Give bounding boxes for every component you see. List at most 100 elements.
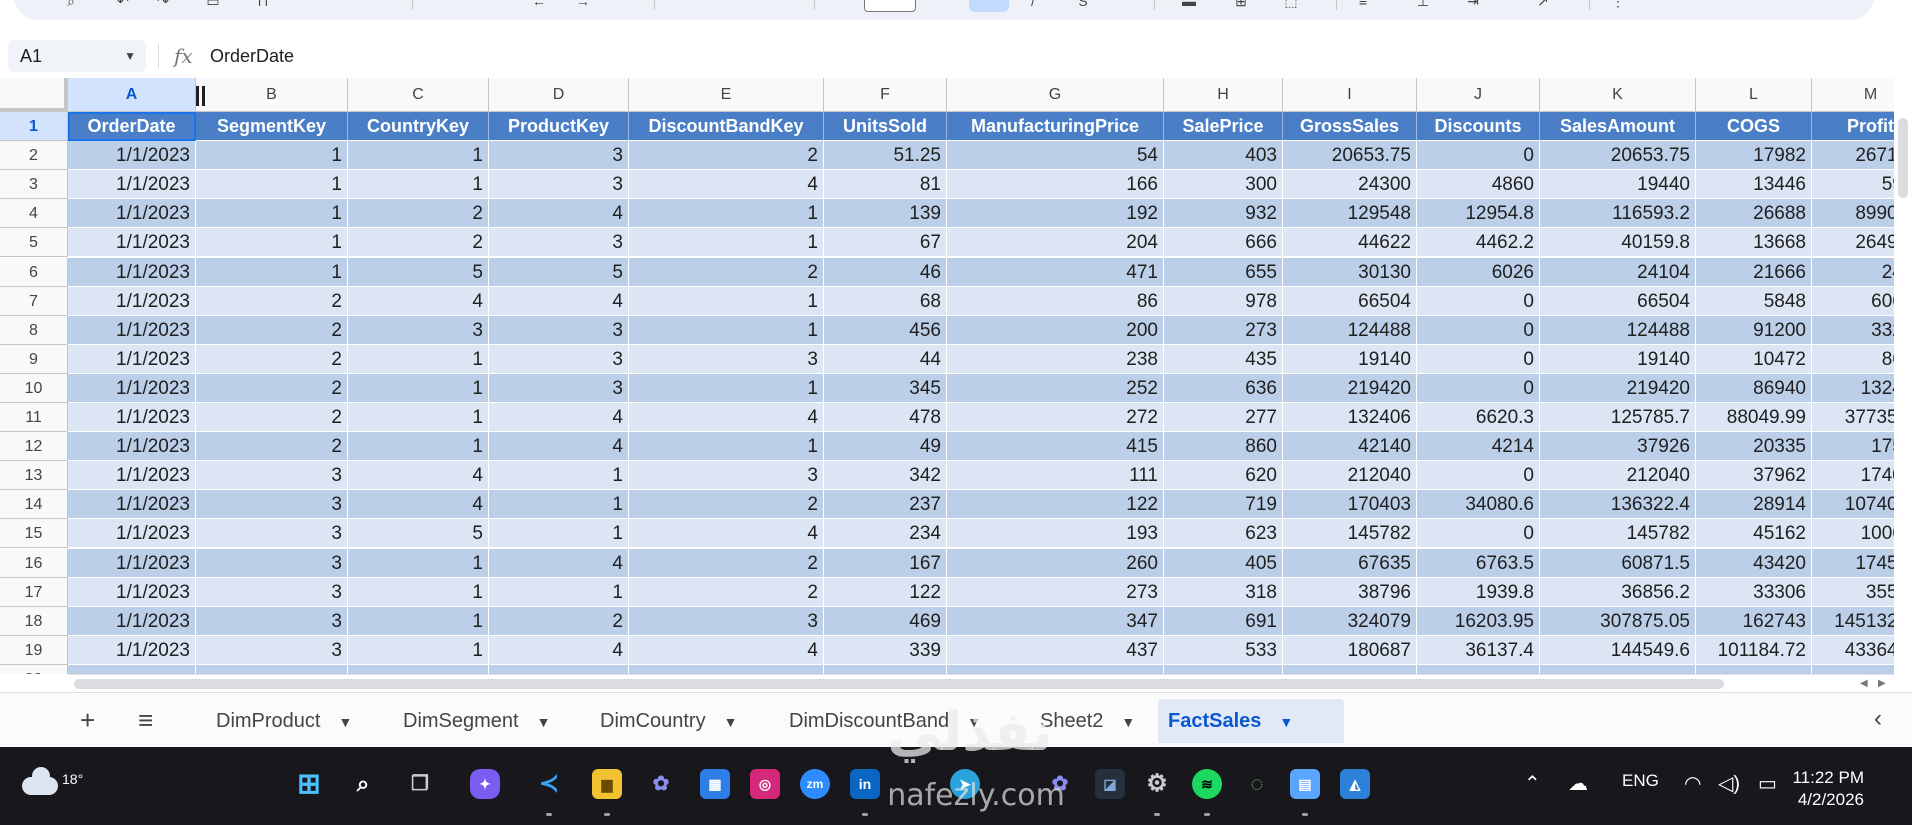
table-cell[interactable]: 5848	[1696, 286, 1812, 316]
table-cell[interactable]: 10472	[1696, 344, 1812, 374]
table-cell[interactable]: 238	[947, 344, 1164, 374]
table-cell[interactable]: 3	[629, 461, 824, 491]
volume-icon[interactable]: ◁)	[1718, 771, 1740, 796]
header-cell[interactable]: ProductKey	[489, 112, 629, 142]
table-cell[interactable]: 2	[196, 432, 348, 462]
table-cell[interactable]: 860	[1164, 432, 1283, 462]
table-cell[interactable]: 19140	[1283, 344, 1417, 374]
table-cell[interactable]: 91200	[1696, 315, 1812, 345]
table-cell[interactable]: 3	[196, 635, 348, 665]
chevron-down-icon[interactable]: ▼	[338, 714, 352, 730]
table-cell[interactable]: 2	[489, 606, 629, 636]
header-cell[interactable]: Profit	[1812, 112, 1894, 142]
tab-dimcountry[interactable]: DimCountry ▼	[590, 699, 747, 743]
merge-cells-icon[interactable]: ⬚	[1282, 0, 1300, 8]
chevron-down-icon[interactable]: ▼	[1279, 714, 1293, 730]
row-header-19[interactable]: 19	[0, 635, 68, 665]
table-cell[interactable]: 719	[1164, 490, 1283, 520]
table-cell[interactable]: 1	[629, 315, 824, 345]
undo-icon[interactable]: ↶	[114, 0, 132, 8]
spotify-icon[interactable]: ≋	[1192, 769, 1222, 799]
table-cell[interactable]: 1/1/2023	[68, 199, 196, 229]
table-cell[interactable]	[1812, 664, 1894, 674]
column-header-g[interactable]: G	[947, 78, 1164, 112]
table-cell[interactable]: 437	[947, 635, 1164, 665]
table-cell[interactable]: 136322.4	[1540, 490, 1696, 520]
table-cell[interactable]: 3550.2	[1812, 577, 1894, 607]
table-cell[interactable]: 620	[1164, 461, 1283, 491]
table-cell[interactable]: 3	[489, 315, 629, 345]
table-cell[interactable]: 4	[348, 461, 489, 491]
table-cell[interactable]: 145782	[1283, 519, 1417, 549]
increase-decimal-icon[interactable]: →	[574, 0, 592, 8]
table-cell[interactable]: 4860	[1417, 170, 1540, 200]
row-header-4[interactable]: 4	[0, 199, 68, 229]
row-header-5[interactable]: 5	[0, 228, 68, 258]
table-cell[interactable]: 1	[489, 461, 629, 491]
row-header-18[interactable]: 18	[0, 606, 68, 636]
weather-widget[interactable]: 18°	[20, 765, 83, 799]
table-cell[interactable]: 66504	[1540, 286, 1696, 316]
table-cell[interactable]: 219420	[1283, 373, 1417, 403]
table-cell[interactable]: 318	[1164, 577, 1283, 607]
table-cell[interactable]: 405	[1164, 548, 1283, 578]
table-cell[interactable]: 0	[1417, 286, 1540, 316]
table-cell[interactable]	[1283, 664, 1417, 674]
table-cell[interactable]: 1/1/2023	[68, 577, 196, 607]
table-cell[interactable]: 339	[824, 635, 947, 665]
row-header-17[interactable]: 17	[0, 577, 68, 607]
table-cell[interactable]: 3	[489, 344, 629, 374]
table-cell[interactable]: 33288	[1812, 315, 1894, 345]
table-cell[interactable]	[489, 664, 629, 674]
column-header-h[interactable]: H	[1164, 78, 1283, 112]
table-cell[interactable]: 12954.8	[1417, 199, 1540, 229]
table-cell[interactable]: 17451.5	[1812, 548, 1894, 578]
table-cell[interactable]: 1/1/2023	[68, 461, 196, 491]
table-cell[interactable]: 5	[348, 519, 489, 549]
table-cell[interactable]: 0	[1417, 141, 1540, 171]
table-cell[interactable]: 252	[947, 373, 1164, 403]
table-cell[interactable]: 260	[947, 548, 1164, 578]
table-cell[interactable]: 4	[489, 635, 629, 665]
table-cell[interactable]: 1	[629, 286, 824, 316]
table-cell[interactable]: 1/1/2023	[68, 170, 196, 200]
photos-icon[interactable]: ◭	[1340, 769, 1370, 799]
table-cell[interactable]: 139	[824, 199, 947, 229]
table-cell[interactable]: 44622	[1283, 228, 1417, 258]
row-header-1[interactable]: 1	[0, 112, 68, 142]
table-cell[interactable]: 4	[489, 403, 629, 433]
table-cell[interactable]: 100620	[1812, 519, 1894, 549]
table-cell[interactable]: 2	[629, 548, 824, 578]
table-cell[interactable]: 42140	[1283, 432, 1417, 462]
table-cell[interactable]: 24300	[1283, 170, 1417, 200]
table-cell[interactable]: 2	[196, 286, 348, 316]
table-cell[interactable]: 21666	[1696, 257, 1812, 287]
vertical-scroll-thumb[interactable]	[1898, 118, 1908, 198]
table-cell[interactable]: 132406	[1283, 403, 1417, 433]
table-cell[interactable]: 1/1/2023	[68, 432, 196, 462]
table-cell[interactable]: 4	[348, 490, 489, 520]
table-cell[interactable]	[348, 664, 489, 674]
table-cell[interactable]: 3	[489, 228, 629, 258]
table-cell[interactable]	[824, 664, 947, 674]
table-cell[interactable]: 1/1/2023	[68, 635, 196, 665]
table-cell[interactable]: 273	[947, 577, 1164, 607]
table-cell[interactable]: 2	[348, 199, 489, 229]
table-cell[interactable]: 2	[629, 141, 824, 171]
table-cell[interactable]: 1/1/2023	[68, 403, 196, 433]
column-header-l[interactable]: L	[1696, 78, 1812, 112]
select-all-corner[interactable]	[0, 78, 68, 112]
table-cell[interactable]: 0	[1417, 373, 1540, 403]
table-cell[interactable]: 51.25	[824, 141, 947, 171]
app-icon[interactable]: ◪	[1095, 769, 1125, 799]
header-cell[interactable]: GrossSales	[1283, 112, 1417, 142]
table-cell[interactable]: 978	[1164, 286, 1283, 316]
table-cell[interactable]: 89905.2	[1812, 199, 1894, 229]
table-cell[interactable]: 2	[196, 403, 348, 433]
row-header-11[interactable]: 11	[0, 403, 68, 433]
table-cell[interactable]: 3	[196, 490, 348, 520]
table-cell[interactable]: 54	[947, 141, 1164, 171]
onedrive-cloud-icon[interactable]: ☁	[1568, 771, 1588, 796]
header-cell[interactable]: Discounts	[1417, 112, 1540, 142]
table-cell[interactable]: 636	[1164, 373, 1283, 403]
